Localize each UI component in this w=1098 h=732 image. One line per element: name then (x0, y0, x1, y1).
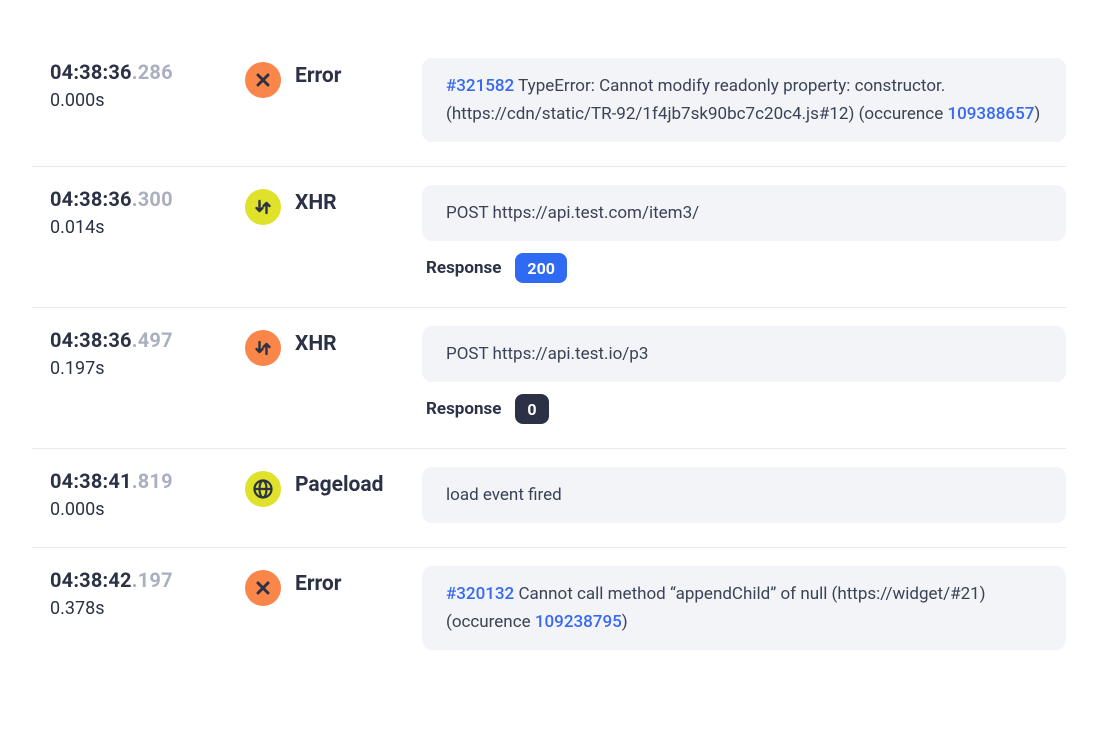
timestamp-ms: .197 (132, 568, 173, 592)
icon-column (245, 185, 295, 225)
error-text-tail: ) (1034, 104, 1040, 124)
status-badge: 0 (515, 394, 548, 424)
globe-icon (245, 471, 281, 507)
duration: 0.014s (50, 217, 245, 238)
status-badge: 200 (515, 253, 567, 283)
detail-column: #320132 Cannot call method “appendChild”… (422, 566, 1066, 650)
xhr-icon (245, 330, 281, 366)
type-column: Error (295, 58, 422, 88)
xhr-icon (245, 189, 281, 225)
event-row: 04:38:41.819 0.000s Pageload load event fir… (32, 449, 1066, 548)
event-type-label: XHR (295, 332, 422, 356)
response-label: Response (426, 258, 501, 278)
timestamp-ms: .497 (132, 328, 173, 352)
event-row: 04:38:36.2860.000sError#321582 TypeError… (32, 40, 1066, 167)
timestamp: 04:38:36 (50, 60, 132, 84)
error-text: Cannot call method “appendChild” of null… (446, 584, 986, 632)
type-column: Pageload (295, 467, 422, 497)
error-text-tail: ) (622, 612, 628, 632)
response-line: Response 200 (422, 253, 1066, 283)
error-icon (245, 570, 281, 606)
timestamp: 04:38:41 (50, 469, 132, 493)
detail-box: load event fired (422, 467, 1066, 523)
event-row: 04:38:36.4970.197sXHRPOST https://api.te… (32, 308, 1066, 449)
event-row: 04:38:36.3000.014sXHRPOST https://api.te… (32, 167, 1066, 308)
type-column: Error (295, 566, 422, 596)
detail-column: POST https://api.test.io/p3 Response 0 (422, 326, 1066, 424)
occurrence-link[interactable]: 109238795 (535, 612, 622, 632)
detail-column: POST https://api.test.com/item3/Response… (422, 185, 1066, 283)
time-column: 04:38:41.819 0.000s (50, 467, 245, 520)
icon-column (245, 326, 295, 366)
duration: 0.378s (50, 598, 245, 619)
detail-box: #320132 Cannot call method “appendChild”… (422, 566, 1066, 650)
time-column: 04:38:36.286 0.000s (50, 58, 245, 111)
icon-column (245, 566, 295, 606)
detail-box: POST https://api.test.io/p3 (422, 326, 1066, 382)
duration: 0.000s (50, 90, 245, 111)
event-row: 04:38:42.1970.378sError#320132 Cannot ca… (32, 548, 1066, 674)
issue-link[interactable]: #320132 (446, 584, 514, 604)
icon-column (245, 467, 295, 507)
detail-column: load event fired (422, 467, 1066, 523)
time-column: 04:38:42.197 0.378s (50, 566, 245, 619)
request-text: POST https://api.test.com/item3/ (446, 203, 699, 223)
type-column: XHR (295, 185, 422, 215)
time-column: 04:38:36.300 0.014s (50, 185, 245, 238)
detail-text: load event fired (446, 485, 562, 505)
event-type-label: Pageload (295, 473, 422, 497)
event-type-label: Error (295, 64, 422, 88)
event-list: 04:38:36.2860.000sError#321582 TypeError… (0, 0, 1098, 674)
timestamp-ms: .819 (132, 469, 173, 493)
response-label: Response (426, 399, 501, 419)
type-column: XHR (295, 326, 422, 356)
event-type-label: Error (295, 572, 422, 596)
occurrence-link[interactable]: 109388657 (947, 104, 1034, 124)
timestamp: 04:38:42 (50, 568, 132, 592)
detail-box: #321582 TypeError: Cannot modify readonl… (422, 58, 1066, 142)
issue-link[interactable]: #321582 (446, 76, 514, 96)
error-text: TypeError: Cannot modify readonly proper… (446, 76, 947, 124)
timestamp-ms: .286 (132, 60, 173, 84)
error-icon (245, 62, 281, 98)
timestamp: 04:38:36 (50, 328, 132, 352)
icon-column (245, 58, 295, 98)
timestamp: 04:38:36 (50, 187, 132, 211)
timestamp-ms: .300 (132, 187, 173, 211)
request-text: POST https://api.test.io/p3 (446, 344, 648, 364)
duration: 0.000s (50, 499, 245, 520)
event-type-label: XHR (295, 191, 422, 215)
duration: 0.197s (50, 358, 245, 379)
time-column: 04:38:36.497 0.197s (50, 326, 245, 379)
response-line: Response 0 (422, 394, 1066, 424)
detail-column: #321582 TypeError: Cannot modify readonl… (422, 58, 1066, 142)
detail-box: POST https://api.test.com/item3/ (422, 185, 1066, 241)
